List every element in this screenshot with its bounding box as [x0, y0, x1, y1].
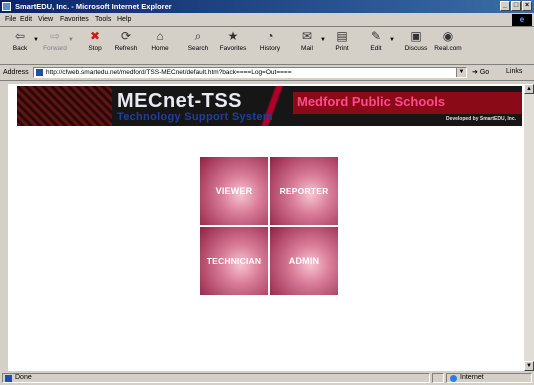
- back-dropdown-icon[interactable]: ▼: [33, 37, 39, 43]
- status-panel: Done: [2, 373, 430, 383]
- refresh-button[interactable]: ⟳ Refresh: [111, 29, 141, 52]
- real-com-button[interactable]: ◉ Real.com: [433, 29, 463, 52]
- page-done-icon: [5, 375, 12, 382]
- mail-icon: ✉: [301, 29, 313, 43]
- real-icon: ◉: [442, 29, 454, 43]
- home-icon: ⌂: [156, 29, 164, 43]
- links-button[interactable]: Links: [506, 68, 522, 75]
- go-arrow-icon: ➜: [472, 69, 478, 76]
- security-zone: Internet: [446, 373, 532, 383]
- favorites-icon: ★: [227, 29, 239, 43]
- menu-help[interactable]: Help: [117, 16, 131, 23]
- scroll-down-icon[interactable]: ▼: [524, 361, 534, 371]
- vertical-scrollbar[interactable]: ▲ ▼: [524, 84, 534, 371]
- scroll-up-icon[interactable]: ▲: [524, 84, 534, 94]
- page-content: MECnet-TSS Technology Support System Med…: [8, 84, 524, 371]
- menu-bar: File Edit View Favorites Tools Help: [0, 14, 534, 27]
- menu-view[interactable]: View: [38, 16, 53, 23]
- minimize-button[interactable]: _: [500, 1, 510, 11]
- admin-tile[interactable]: ADMIN: [270, 227, 338, 295]
- status-bar: Done Internet: [0, 371, 534, 385]
- favorites-button[interactable]: ★ Favorites: [218, 29, 248, 52]
- menu-edit[interactable]: Edit: [20, 16, 32, 23]
- edit-button[interactable]: ✎ Edit ▼: [361, 29, 395, 52]
- banner-title: MECnet-TSS: [117, 90, 242, 112]
- address-dropdown-icon[interactable]: ▼: [456, 68, 466, 77]
- back-arrow-icon: ⇦: [14, 29, 26, 43]
- stop-icon: ✖: [89, 29, 101, 43]
- mail-button[interactable]: ✉ Mail ▼: [292, 29, 326, 52]
- menu-favorites[interactable]: Favorites: [60, 16, 89, 23]
- search-icon: ⌕: [194, 29, 202, 43]
- ie-app-icon[interactable]: [2, 2, 11, 11]
- ie-throbber-logo: e: [512, 14, 532, 26]
- status-text: Done: [15, 374, 32, 381]
- globe-icon: [450, 375, 457, 382]
- window-title: SmartEDU, Inc. - Microsoft Internet Expl…: [15, 2, 172, 11]
- reporter-tile[interactable]: REPORTER: [270, 157, 338, 225]
- technician-tile[interactable]: TECHNICIAN: [200, 227, 268, 295]
- address-input[interactable]: http://cfweb.smartedu.net/medford/TSS-ME…: [33, 67, 467, 78]
- mail-dropdown-icon[interactable]: ▼: [320, 37, 326, 43]
- forward-dropdown-icon[interactable]: ▼: [68, 37, 74, 43]
- module-grid: VIEWER REPORTER TECHNICIAN ADMIN: [200, 157, 338, 295]
- edit-icon: ✎: [370, 29, 382, 43]
- maximize-button[interactable]: □: [511, 1, 521, 11]
- menu-file[interactable]: File: [5, 16, 16, 23]
- school-name: Medford Public Schools: [297, 94, 446, 109]
- back-button[interactable]: ⇦ Back ▼: [5, 29, 39, 52]
- banner-circuit-graphic: [17, 86, 112, 126]
- forward-arrow-icon: ⇨: [49, 29, 61, 43]
- close-button[interactable]: ×: [522, 1, 532, 11]
- viewer-tile[interactable]: VIEWER: [200, 157, 268, 225]
- page-icon: [36, 69, 43, 76]
- window-titlebar: SmartEDU, Inc. - Microsoft Internet Expl…: [0, 0, 534, 13]
- banner-subtitle: Technology Support System: [117, 111, 273, 123]
- search-button[interactable]: ⌕ Search: [183, 29, 213, 52]
- print-icon: ▤: [336, 29, 348, 43]
- zone-text: Internet: [460, 374, 484, 381]
- address-label: Address: [3, 69, 29, 76]
- go-button[interactable]: ➜ Go: [472, 68, 489, 76]
- status-progress-panel: [432, 373, 444, 383]
- history-icon: ◔: [266, 29, 274, 43]
- address-url[interactable]: http://cfweb.smartedu.net/medford/TSS-ME…: [46, 69, 292, 76]
- menu-tools[interactable]: Tools: [95, 16, 111, 23]
- print-button[interactable]: ▤ Print: [327, 29, 357, 52]
- home-button[interactable]: ⌂ Home: [145, 29, 175, 52]
- discuss-icon: ▣: [410, 29, 422, 43]
- edit-dropdown-icon[interactable]: ▼: [389, 37, 395, 43]
- address-bar: Address http://cfweb.smartedu.net/medfor…: [0, 65, 534, 81]
- site-banner: MECnet-TSS Technology Support System Med…: [17, 86, 522, 126]
- stop-button[interactable]: ✖ Stop: [80, 29, 110, 52]
- toolbar: ⇦ Back ▼ ⇨ Forward ▼ ✖ Stop ⟳ Refresh ⌂ …: [0, 27, 534, 65]
- developer-credit: Developed by SmartEDU, Inc.: [445, 116, 516, 122]
- history-button[interactable]: ◔ History: [255, 29, 285, 52]
- forward-button[interactable]: ⇨ Forward ▼: [40, 29, 74, 52]
- refresh-icon: ⟳: [120, 29, 132, 43]
- discuss-button[interactable]: ▣ Discuss: [401, 29, 431, 52]
